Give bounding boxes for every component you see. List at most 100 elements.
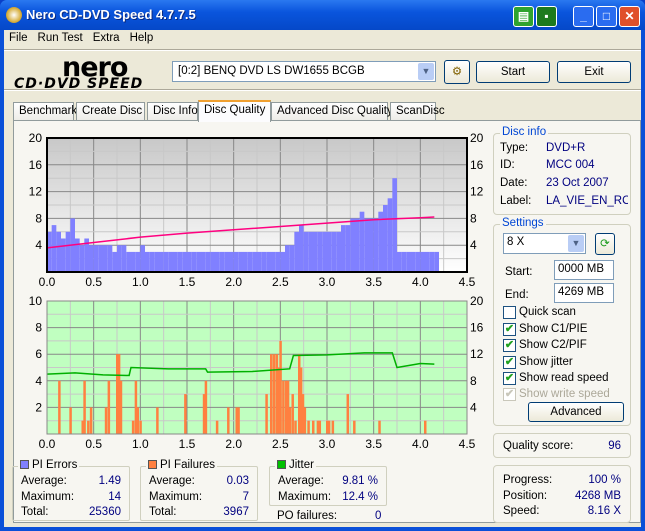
pi-error-bar (61, 238, 66, 272)
position-label: Position: (503, 490, 548, 502)
y-tick-label: 16 (29, 158, 43, 172)
pi-error-bar (51, 225, 57, 272)
speed-select[interactable]: 8 X ▼ (503, 233, 586, 254)
pi-error-bar (373, 218, 379, 272)
pi-failure-bar (270, 354, 273, 434)
checkbox-show-jitter[interactable]: ✔ Show jitter (503, 355, 573, 369)
pi-error-bar (224, 251, 229, 272)
disc-info-group: Disc info Type: DVD+R ID: MCC 004 Date: … (493, 126, 631, 215)
y-tick-label: 8 (35, 211, 42, 225)
pi-error-bar (397, 251, 402, 272)
pi-error-bar (313, 231, 318, 272)
pi-failure-bar (353, 420, 356, 434)
y2-tick-label: 8 (470, 211, 477, 225)
y2-tick-label: 12 (470, 185, 484, 199)
pi-error-bar (229, 251, 234, 272)
avg-label: Average: (21, 475, 67, 487)
advanced-button[interactable]: Advanced (528, 402, 624, 422)
x-tick-label: 2.0 (225, 275, 242, 289)
pi-failures-group: PI Failures Average: 0.03 Maximum: 7 Total… (140, 459, 258, 521)
jitter-avg: 9.81 % (342, 475, 378, 487)
checkbox-show-c1-pie[interactable]: ✔ Show C1/PIE (503, 323, 587, 337)
pi-error-bar (219, 251, 225, 272)
speed-value: 8 X (507, 236, 525, 248)
checkbox-box[interactable]: ✔ (503, 371, 516, 385)
pi-error-bar (112, 251, 117, 272)
pi-error-bar (117, 245, 122, 272)
pi-error-bar (243, 251, 248, 272)
end-input[interactable]: 4269 MB (554, 283, 614, 303)
pi-failures-title: PI Failures (146, 459, 217, 471)
x-tick-label: 4.0 (412, 437, 429, 451)
jitter-title-text: Jitter (289, 459, 314, 471)
pi-error-bar (308, 231, 313, 272)
checkbox-box[interactable]: ✔ (503, 323, 516, 337)
pi-error-bar (411, 251, 416, 272)
y-tick-label: 20 (29, 131, 43, 145)
pi-failure-bar (227, 407, 230, 434)
pi-failure-bar (318, 420, 322, 434)
settings-group: Settings 8 X ▼ ⟳ Start: 0000 MB End: 4269… (493, 217, 631, 426)
y-tick-label: 10 (29, 294, 43, 308)
checkbox-box[interactable]: ✔ (503, 355, 516, 369)
checkbox-label: Show write speed (519, 388, 610, 400)
y-tick-label: 4 (35, 374, 42, 388)
pi-error-bar (140, 245, 145, 272)
checkbox-box[interactable]: ✔ (503, 339, 516, 353)
pi-errors-total: 25360 (89, 506, 121, 518)
y2-tick-label: 12 (470, 347, 484, 361)
pi-failures-total: 3967 (223, 506, 249, 518)
pi-failure-bar (327, 420, 331, 434)
checkbox-label: Show jitter (519, 355, 573, 368)
id-label: ID: (500, 159, 515, 171)
pi-error-bar (149, 251, 155, 272)
quality-score-box: Quality score: 96 (493, 433, 631, 458)
pi-error-bar (79, 245, 85, 272)
quality-score-label: Quality score: (503, 440, 574, 452)
date-value: 23 Oct 2007 (546, 177, 609, 189)
pi-error-bar (378, 211, 383, 272)
pi-error-bar (182, 251, 187, 272)
start-input[interactable]: 0000 MB (554, 260, 614, 280)
progress-box: Progress: 100 % Position: 4268 MB Speed:… (493, 465, 631, 523)
pi-failure-bar (131, 420, 135, 434)
x-tick-label: 1.5 (179, 437, 196, 451)
checkbox-box[interactable] (503, 306, 516, 319)
pi-error-bar (429, 251, 435, 272)
pi-failure-bar (282, 380, 285, 434)
speed-label: Speed: (503, 505, 540, 517)
jitter-group: Jitter Average: 9.81 % Maximum: 12.4 % (269, 459, 387, 506)
tab-disc-quality[interactable]: Disc Quality (198, 100, 271, 122)
pi-error-bar (191, 251, 197, 272)
pi-error-bar (285, 245, 290, 272)
pi-errors-swatch (20, 460, 29, 469)
pi-failure-bar (237, 407, 240, 434)
pi-error-bar (173, 251, 178, 272)
pi-error-bar (303, 231, 309, 272)
pi-error-bar (299, 225, 304, 272)
type-label: Type: (500, 142, 529, 154)
pi-error-bar (425, 251, 430, 272)
pi-failure-bar (204, 380, 208, 434)
y2-tick-label: 16 (470, 321, 484, 335)
pi-failure-bar (107, 380, 111, 434)
settings-title: Settings (500, 217, 546, 229)
pi-errors-title: PI Errors (18, 459, 80, 471)
y2-tick-label: 4 (470, 400, 477, 414)
chevron-down-icon[interactable]: ▼ (568, 235, 584, 252)
refresh-button[interactable]: ⟳ (595, 233, 615, 255)
pi-failure-bar (83, 380, 86, 434)
checkbox-show-read-speed[interactable]: ✔ Show read speed (503, 371, 609, 385)
pi-error-bar (177, 251, 183, 272)
pi-error-bar (98, 245, 103, 272)
pi-error-bar (271, 251, 276, 272)
pi-error-bar (107, 245, 113, 272)
pi-error-bar (145, 251, 150, 272)
pi-error-bar (168, 251, 173, 272)
y2-tick-label: 4 (470, 238, 477, 252)
po-failures-value: 0 (375, 510, 382, 522)
x-tick-label: 3.5 (365, 275, 382, 289)
checkbox-quick-scan[interactable]: Quick scan (503, 306, 576, 319)
checkbox-show-c2-pif[interactable]: ✔ Show C2/PIF (503, 339, 587, 353)
pi-failure-bar (104, 407, 108, 434)
